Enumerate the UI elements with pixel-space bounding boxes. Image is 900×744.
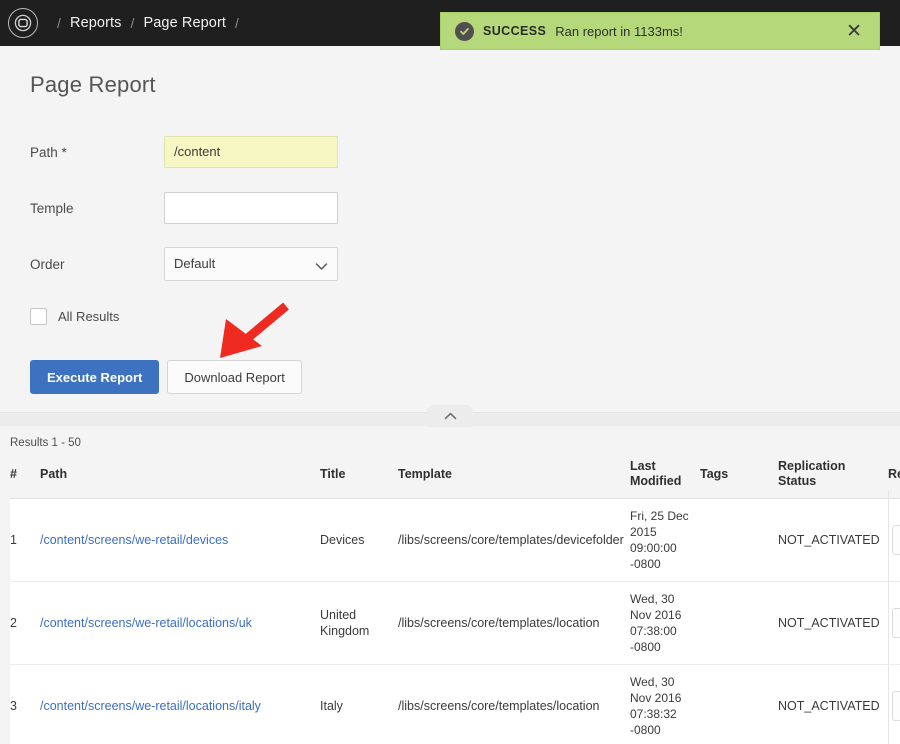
breadcrumb-separator: / [57,15,61,31]
row-input-field[interactable] [892,525,900,555]
column-header-title[interactable]: Title [320,455,398,499]
temple-input[interactable] [164,192,338,224]
adobe-experience-manager-logo-icon[interactable] [8,8,38,38]
column-header-replication-status[interactable]: Replication Status [778,455,888,499]
breadcrumb: / Reports / Page Report / [48,15,248,31]
download-report-button[interactable]: Download Report [167,360,302,394]
success-notification-banner: SUCCESS Ran report in 1133ms! ✕ [440,12,880,50]
cell-path: /content/screens/we-retail/locations/ita… [40,664,320,744]
order-label: Order [30,256,65,272]
cell-re [888,498,900,582]
cell-title: Devices [320,498,398,582]
column-header-template[interactable]: Template [398,455,630,499]
row-input-field[interactable] [892,691,900,721]
cell-title: Italy [320,664,398,744]
column-header-last-modified[interactable]: Last Modified [630,455,700,499]
cell-template: /libs/screens/core/templates/location [398,664,630,744]
form-row-temple: Temple [30,180,900,236]
cell-path: /content/screens/we-retail/devices [40,498,320,582]
execute-report-button[interactable]: Execute Report [30,360,160,394]
cell-number: 2 [10,581,40,665]
path-link[interactable]: /content/screens/we-retail/locations/ita… [40,699,261,713]
results-table-container: # Path Title Template Last Modified Tags… [0,455,900,744]
row-input-field[interactable] [892,608,900,638]
path-link[interactable]: /content/screens/we-retail/devices [40,533,228,547]
results-count: Results 1 - 50 [10,437,81,449]
table-header-row: # Path Title Template Last Modified Tags… [10,455,900,499]
check-glyph [460,27,469,35]
column-header-number[interactable]: # [10,455,40,499]
breadcrumb-separator: / [130,15,135,31]
cell-last-modified: Wed, 30 Nov 2016 07:38:32 -0800 [630,664,700,744]
all-results-checkbox[interactable] [30,307,47,325]
cell-re [888,664,900,744]
table-row: 3/content/screens/we-retail/locations/it… [10,664,900,744]
collapse-panel-button[interactable] [427,405,473,427]
table-row: 2/content/screens/we-retail/locations/uk… [10,581,900,665]
logo-glyph [14,14,32,32]
column-header-re[interactable]: Re [888,455,900,499]
panel-collapse-strip [0,405,900,427]
results-table-body: 1/content/screens/we-retail/devices Devic… [10,498,900,744]
cell-re [888,581,900,665]
order-select[interactable]: Default [164,247,338,281]
breadcrumb-item-reports[interactable]: Reports [70,15,121,31]
path-label: Path * [30,144,67,160]
all-results-row[interactable]: All Results [30,292,900,332]
temple-label: Temple [30,200,74,216]
table-row: 1/content/screens/we-retail/devices Devic… [10,498,900,582]
breadcrumb-separator: / [235,15,239,31]
page-title: Page Report [30,72,156,97]
column-header-tags[interactable]: Tags [700,455,778,499]
cell-last-modified: Fri, 25 Dec 2015 09:00:00 -0800 [630,498,700,582]
cell-path: /content/screens/we-retail/locations/uk [40,581,320,665]
notification-message: Ran report in 1133ms! [555,23,683,39]
breadcrumb-item-page-report[interactable]: Page Report [143,15,226,31]
all-results-label: All Results [58,308,120,324]
top-navigation-bar: / Reports / Page Report / SUCCESS Ran re… [0,0,900,50]
column-header-path[interactable]: Path [40,455,320,499]
success-check-icon [455,21,474,41]
results-table: # Path Title Template Last Modified Tags… [10,455,900,744]
cell-tags [700,498,778,582]
path-link[interactable]: /content/screens/we-retail/locations/uk [40,616,252,630]
form-actions: Execute Report Download Report [30,332,900,394]
cell-tags [700,581,778,665]
cell-number: 1 [10,498,40,582]
form-row-path: Path * /content [30,124,900,180]
chevron-up-icon [444,412,456,420]
cell-replication-status: NOT_ACTIVATED [778,498,888,582]
cell-title: United Kingdom [320,581,398,665]
notification-status-label: SUCCESS [483,24,547,38]
table-horizontal-scroll-edge [888,490,889,744]
cell-replication-status: NOT_ACTIVATED [778,581,888,665]
cell-replication-status: NOT_ACTIVATED [778,664,888,744]
cell-tags [700,664,778,744]
close-icon[interactable]: ✕ [843,20,865,43]
cell-template: /libs/screens/core/templates/location [398,581,630,665]
report-parameters-form: Path * /content Temple Order Default All… [0,98,900,394]
cell-number: 3 [10,664,40,744]
form-row-order: Order Default [30,236,900,292]
path-input[interactable]: /content [164,136,338,168]
cell-last-modified: Wed, 30 Nov 2016 07:38:00 -0800 [630,581,700,665]
cell-template: /libs/screens/core/templates/devicefolde… [398,498,630,582]
